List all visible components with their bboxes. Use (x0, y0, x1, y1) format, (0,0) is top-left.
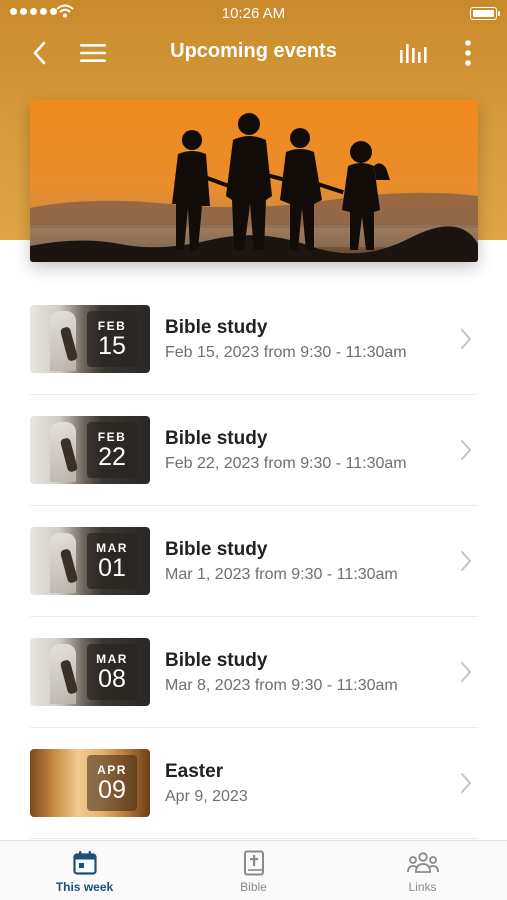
chevron-right-icon (461, 773, 471, 793)
date-day: 08 (98, 664, 126, 693)
date-day: 09 (98, 775, 126, 804)
tab-label: This week (55, 880, 114, 894)
event-thumbnail: FEB 22 (30, 416, 150, 484)
date-badge: FEB 22 (87, 422, 137, 478)
date-day: 15 (98, 331, 126, 360)
status-bar: 10:26 AM (0, 0, 507, 28)
event-subtitle: Feb 15, 2023 from 9:30 - 11:30am (165, 343, 407, 361)
event-subtitle: Mar 8, 2023 from 9:30 - 11:30am (165, 676, 398, 694)
tab-label: Bible (240, 880, 267, 894)
event-row[interactable]: MAR 08 Bible study Mar 8, 2023 from 9:30… (30, 617, 478, 728)
more-button[interactable] (451, 36, 485, 70)
tab-links[interactable]: Links (338, 841, 507, 900)
event-title: Bible study (165, 649, 268, 671)
event-thumbnail: MAR 08 (30, 638, 150, 706)
tab-bible[interactable]: Bible (169, 841, 338, 900)
date-month: MAR (96, 540, 128, 555)
tab-this-week[interactable]: This week (0, 841, 169, 900)
date-badge: MAR 08 (87, 644, 137, 700)
chevron-right-icon (461, 329, 471, 349)
bible-icon (243, 850, 264, 876)
event-row[interactable]: FEB 15 Bible study Feb 15, 2023 from 9:3… (30, 284, 478, 395)
event-row[interactable]: MAR 01 Bible study Mar 1, 2023 from 9:30… (30, 506, 478, 617)
date-badge: APR 09 (87, 755, 137, 811)
battery-icon (470, 7, 500, 20)
calendar-icon (72, 851, 97, 875)
hero-image (30, 100, 478, 262)
date-month: FEB (97, 318, 127, 333)
chevron-right-icon (461, 440, 471, 460)
date-badge: FEB 15 (87, 311, 137, 367)
event-title: Bible study (165, 316, 268, 338)
event-thumbnail: MAR 01 (30, 527, 150, 595)
date-month: MAR (96, 651, 128, 666)
people-icon (406, 852, 439, 873)
event-subtitle: Feb 22, 2023 from 9:30 - 11:30am (165, 454, 407, 472)
event-row[interactable]: FEB 22 Bible study Feb 22, 2023 from 9:3… (30, 395, 478, 506)
event-row[interactable]: APR 09 Easter Apr 9, 2023 (30, 728, 478, 839)
date-month: APR (97, 762, 127, 777)
event-list: FEB 15 Bible study Feb 15, 2023 from 9:3… (30, 284, 478, 839)
tab-label: Links (408, 880, 437, 894)
date-badge: MAR 01 (87, 533, 137, 589)
event-title: Bible study (165, 427, 268, 449)
status-time: 10:26 AM (221, 5, 286, 22)
tab-bar: This week Bible Links (0, 840, 507, 900)
audio-button[interactable] (397, 36, 431, 70)
event-title: Bible study (165, 538, 268, 560)
event-subtitle: Mar 1, 2023 from 9:30 - 11:30am (165, 565, 398, 583)
date-month: FEB (97, 429, 127, 444)
nav-bar: Upcoming events (0, 28, 507, 78)
more-vertical-icon (465, 40, 471, 66)
event-title: Easter (165, 760, 224, 782)
date-day: 22 (98, 442, 126, 471)
event-thumbnail: APR 09 (30, 749, 150, 817)
date-day: 01 (98, 553, 126, 582)
event-subtitle: Apr 9, 2023 (165, 787, 248, 805)
audio-bars-icon (400, 44, 427, 63)
chevron-right-icon (461, 551, 471, 571)
chevron-right-icon (461, 662, 471, 682)
event-thumbnail: FEB 15 (30, 305, 150, 373)
